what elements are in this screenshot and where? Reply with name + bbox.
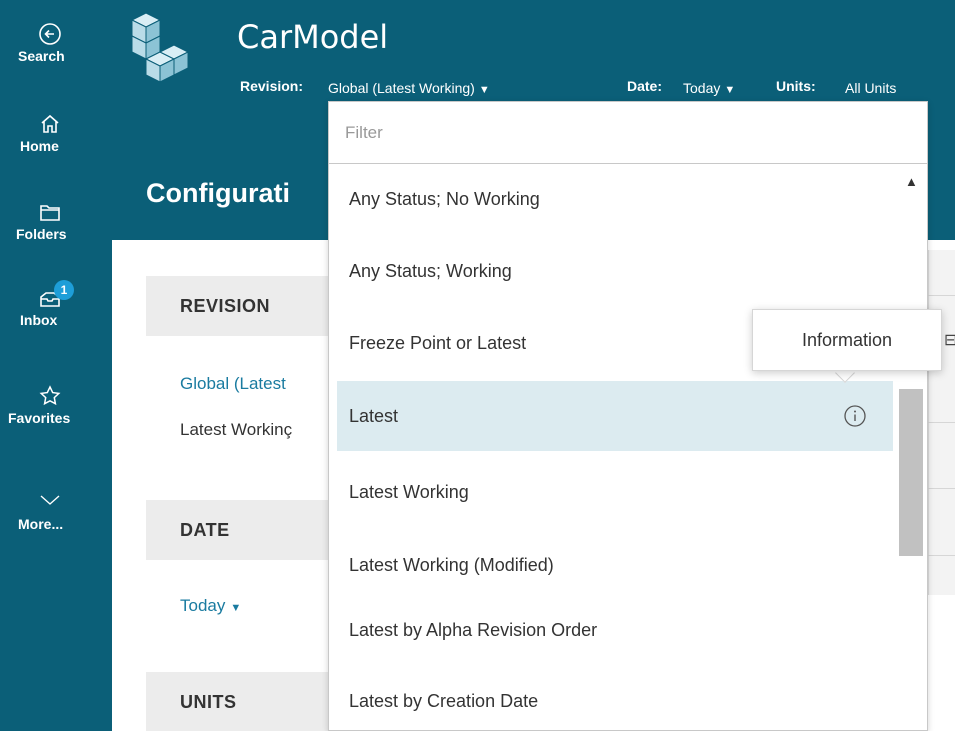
scroll-up-arrow-icon[interactable]: ▲ <box>905 174 918 189</box>
revision-rule-text: Latest Workinç <box>180 420 293 439</box>
nav-inbox[interactable]: 1 Inbox <box>0 280 112 328</box>
units-section-header: UNITS <box>146 672 328 731</box>
date-value: Today <box>683 80 721 96</box>
option-latest-working[interactable]: Latest Working <box>337 457 893 527</box>
option-label: Latest Working <box>349 481 469 502</box>
units-label: Units: <box>776 78 816 94</box>
date-section-header: DATE <box>146 500 328 560</box>
option-label: Freeze Point or Latest <box>349 332 527 353</box>
left-navigation: Search Home Folders 1 Inbox Favorites Mo… <box>0 0 112 731</box>
option-any-status-working[interactable]: Any Status; Working <box>337 236 893 306</box>
nav-search[interactable]: Search <box>0 22 112 64</box>
units-heading: UNITS <box>180 692 237 712</box>
date-selector[interactable]: Today ▼ <box>683 80 735 96</box>
cubes-logo-icon <box>128 10 194 90</box>
nav-folders[interactable]: Folders <box>0 200 112 242</box>
divider <box>928 555 955 556</box>
option-any-status-no-working[interactable]: Any Status; No Working <box>337 164 893 234</box>
star-icon <box>0 384 112 410</box>
option-latest-working-modified[interactable]: Latest Working (Modified) <box>337 530 893 600</box>
filter-input[interactable] <box>329 102 927 164</box>
caret-down-icon: ▼ <box>724 84 736 96</box>
folder-icon <box>0 200 112 226</box>
revision-heading: REVISION <box>180 296 271 316</box>
search-back-icon <box>0 22 112 48</box>
option-label: Latest Working (Modified) <box>349 554 554 575</box>
divider <box>928 488 955 489</box>
caret-down-icon: ▼ <box>230 602 242 614</box>
option-label: Latest <box>349 405 399 426</box>
revision-value: Global (Latest Working) <box>328 80 475 96</box>
option-label: Latest by Alpha Revision Order <box>349 619 598 640</box>
revision-link[interactable]: Global (Latest <box>180 374 286 394</box>
revision-section-header: REVISION <box>146 276 328 336</box>
option-label: Any Status; Working <box>349 260 512 281</box>
date-link[interactable]: Today ▼ <box>180 596 241 616</box>
units-value: All Units <box>845 80 897 96</box>
option-latest-by-creation-date[interactable]: Latest by Creation Date <box>337 666 893 730</box>
date-link-label: Today <box>180 596 226 615</box>
divider <box>928 422 955 423</box>
info-tooltip: Information <box>752 309 942 371</box>
nav-favorites-label: Favorites <box>8 410 71 426</box>
inbox-badge: 1 <box>54 280 74 300</box>
divider <box>928 295 955 296</box>
chevron-down-icon <box>0 492 112 516</box>
option-label: Latest by Creation Date <box>349 690 539 711</box>
revision-label: Revision: <box>240 78 304 94</box>
option-label: Any Status; No Working <box>349 188 540 209</box>
nav-more-label: More... <box>18 516 64 532</box>
tooltip-text: Information <box>801 330 893 350</box>
nav-more[interactable]: More... <box>0 492 112 532</box>
date-label: Date: <box>627 78 663 94</box>
option-latest[interactable]: Latest <box>337 381 893 451</box>
date-heading: DATE <box>180 520 230 540</box>
home-icon <box>0 112 112 138</box>
page-title: Configurati <box>146 178 290 208</box>
inbox-icon: 1 <box>0 280 112 312</box>
caret-down-icon: ▼ <box>478 84 490 96</box>
nav-favorites[interactable]: Favorites <box>0 384 112 426</box>
revision-rule-dropdown: Any Status; No Working Any Status; Worki… <box>328 101 928 731</box>
nav-folders-label: Folders <box>16 226 67 242</box>
nav-search-label: Search <box>18 48 65 64</box>
option-latest-by-alpha-revision-order[interactable]: Latest by Alpha Revision Order <box>337 595 893 665</box>
info-icon[interactable] <box>843 404 867 428</box>
scrollbar-thumb[interactable] <box>899 389 923 556</box>
nav-home-label: Home <box>20 138 59 154</box>
revision-selector[interactable]: Global (Latest Working) ▼ <box>328 80 490 96</box>
app-title: CarModel <box>237 18 389 56</box>
nav-home[interactable]: Home <box>0 112 112 154</box>
nav-inbox-label: Inbox <box>20 312 58 328</box>
units-selector[interactable]: All Units <box>845 80 896 96</box>
table-edge-icon: ⊟ <box>944 332 955 349</box>
